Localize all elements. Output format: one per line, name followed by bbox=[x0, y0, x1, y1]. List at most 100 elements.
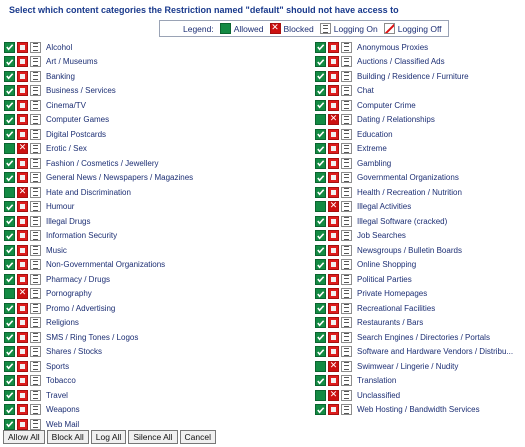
allow-toggle-icon[interactable] bbox=[315, 157, 326, 169]
log-toggle-icon[interactable] bbox=[341, 273, 352, 285]
allow-toggle-icon[interactable] bbox=[4, 404, 15, 416]
log-toggle-icon[interactable] bbox=[341, 244, 352, 256]
log-toggle-icon[interactable] bbox=[30, 302, 41, 314]
allow-toggle-icon[interactable] bbox=[4, 143, 15, 155]
log-toggle-icon[interactable] bbox=[30, 85, 41, 97]
block-toggle-icon[interactable]: ✕ bbox=[328, 331, 339, 343]
log-toggle-icon[interactable] bbox=[341, 259, 352, 271]
allow-toggle-icon[interactable] bbox=[315, 404, 326, 416]
block-toggle-icon[interactable]: ✕ bbox=[17, 157, 28, 169]
log-all-button[interactable]: Log All bbox=[90, 430, 127, 444]
log-toggle-icon[interactable] bbox=[30, 56, 41, 68]
block-toggle-icon[interactable]: ✕ bbox=[328, 114, 339, 126]
log-toggle-icon[interactable] bbox=[341, 389, 352, 401]
allow-toggle-icon[interactable] bbox=[315, 201, 326, 213]
block-toggle-icon[interactable]: ✕ bbox=[328, 259, 339, 271]
log-toggle-icon[interactable] bbox=[341, 41, 352, 53]
block-toggle-icon[interactable]: ✕ bbox=[17, 230, 28, 242]
allow-toggle-icon[interactable] bbox=[315, 143, 326, 155]
allow-toggle-icon[interactable] bbox=[315, 375, 326, 387]
log-toggle-icon[interactable] bbox=[341, 404, 352, 416]
log-toggle-icon[interactable] bbox=[30, 259, 41, 271]
block-toggle-icon[interactable]: ✕ bbox=[328, 186, 339, 198]
allow-toggle-icon[interactable] bbox=[4, 288, 15, 300]
allow-toggle-icon[interactable] bbox=[4, 41, 15, 53]
allow-toggle-icon[interactable] bbox=[315, 70, 326, 82]
allow-toggle-icon[interactable] bbox=[315, 288, 326, 300]
log-toggle-icon[interactable] bbox=[30, 186, 41, 198]
silence-all-button[interactable]: Silence All bbox=[128, 430, 178, 444]
block-toggle-icon[interactable]: ✕ bbox=[17, 114, 28, 126]
block-toggle-icon[interactable]: ✕ bbox=[328, 404, 339, 416]
block-toggle-icon[interactable]: ✕ bbox=[17, 128, 28, 140]
block-toggle-icon[interactable]: ✕ bbox=[328, 288, 339, 300]
allow-toggle-icon[interactable] bbox=[4, 114, 15, 126]
allow-toggle-icon[interactable] bbox=[4, 418, 15, 430]
block-toggle-icon[interactable]: ✕ bbox=[17, 418, 28, 430]
log-toggle-icon[interactable] bbox=[341, 346, 352, 358]
block-toggle-icon[interactable]: ✕ bbox=[17, 404, 28, 416]
allow-toggle-icon[interactable] bbox=[4, 346, 15, 358]
log-toggle-icon[interactable] bbox=[30, 331, 41, 343]
block-toggle-icon[interactable]: ✕ bbox=[328, 360, 339, 372]
log-toggle-icon[interactable] bbox=[341, 85, 352, 97]
block-toggle-icon[interactable]: ✕ bbox=[328, 172, 339, 184]
log-toggle-icon[interactable] bbox=[30, 215, 41, 227]
block-toggle-icon[interactable]: ✕ bbox=[328, 99, 339, 111]
block-toggle-icon[interactable]: ✕ bbox=[17, 186, 28, 198]
allow-all-button[interactable]: Allow All bbox=[3, 430, 45, 444]
block-toggle-icon[interactable]: ✕ bbox=[17, 143, 28, 155]
allow-toggle-icon[interactable] bbox=[4, 215, 15, 227]
log-toggle-icon[interactable] bbox=[341, 375, 352, 387]
block-toggle-icon[interactable]: ✕ bbox=[328, 201, 339, 213]
block-toggle-icon[interactable]: ✕ bbox=[17, 99, 28, 111]
allow-toggle-icon[interactable] bbox=[315, 317, 326, 329]
block-toggle-icon[interactable]: ✕ bbox=[17, 201, 28, 213]
log-toggle-icon[interactable] bbox=[341, 128, 352, 140]
block-toggle-icon[interactable]: ✕ bbox=[17, 70, 28, 82]
log-toggle-icon[interactable] bbox=[341, 56, 352, 68]
allow-toggle-icon[interactable] bbox=[4, 317, 15, 329]
allow-toggle-icon[interactable] bbox=[4, 331, 15, 343]
log-toggle-icon[interactable] bbox=[341, 215, 352, 227]
log-toggle-icon[interactable] bbox=[30, 346, 41, 358]
allow-toggle-icon[interactable] bbox=[4, 273, 15, 285]
log-toggle-icon[interactable] bbox=[341, 143, 352, 155]
log-toggle-icon[interactable] bbox=[341, 70, 352, 82]
log-toggle-icon[interactable] bbox=[30, 99, 41, 111]
block-toggle-icon[interactable]: ✕ bbox=[328, 215, 339, 227]
log-toggle-icon[interactable] bbox=[30, 128, 41, 140]
allow-toggle-icon[interactable] bbox=[315, 85, 326, 97]
allow-toggle-icon[interactable] bbox=[4, 56, 15, 68]
allow-toggle-icon[interactable] bbox=[4, 99, 15, 111]
allow-toggle-icon[interactable] bbox=[4, 389, 15, 401]
block-all-button[interactable]: Block All bbox=[46, 430, 89, 444]
block-toggle-icon[interactable]: ✕ bbox=[328, 230, 339, 242]
block-toggle-icon[interactable]: ✕ bbox=[17, 215, 28, 227]
block-toggle-icon[interactable]: ✕ bbox=[328, 41, 339, 53]
block-toggle-icon[interactable]: ✕ bbox=[17, 56, 28, 68]
log-toggle-icon[interactable] bbox=[341, 302, 352, 314]
log-toggle-icon[interactable] bbox=[341, 360, 352, 372]
allow-toggle-icon[interactable] bbox=[4, 128, 15, 140]
allow-toggle-icon[interactable] bbox=[4, 201, 15, 213]
block-toggle-icon[interactable]: ✕ bbox=[328, 317, 339, 329]
block-toggle-icon[interactable]: ✕ bbox=[17, 172, 28, 184]
block-toggle-icon[interactable]: ✕ bbox=[17, 288, 28, 300]
log-toggle-icon[interactable] bbox=[30, 317, 41, 329]
log-toggle-icon[interactable] bbox=[30, 418, 41, 430]
log-toggle-icon[interactable] bbox=[30, 172, 41, 184]
block-toggle-icon[interactable]: ✕ bbox=[328, 302, 339, 314]
allow-toggle-icon[interactable] bbox=[315, 389, 326, 401]
allow-toggle-icon[interactable] bbox=[4, 70, 15, 82]
block-toggle-icon[interactable]: ✕ bbox=[328, 85, 339, 97]
log-toggle-icon[interactable] bbox=[30, 157, 41, 169]
block-toggle-icon[interactable]: ✕ bbox=[328, 389, 339, 401]
log-toggle-icon[interactable] bbox=[30, 404, 41, 416]
allow-toggle-icon[interactable] bbox=[315, 331, 326, 343]
log-toggle-icon[interactable] bbox=[341, 114, 352, 126]
block-toggle-icon[interactable]: ✕ bbox=[328, 273, 339, 285]
allow-toggle-icon[interactable] bbox=[315, 114, 326, 126]
log-toggle-icon[interactable] bbox=[341, 157, 352, 169]
log-toggle-icon[interactable] bbox=[341, 201, 352, 213]
